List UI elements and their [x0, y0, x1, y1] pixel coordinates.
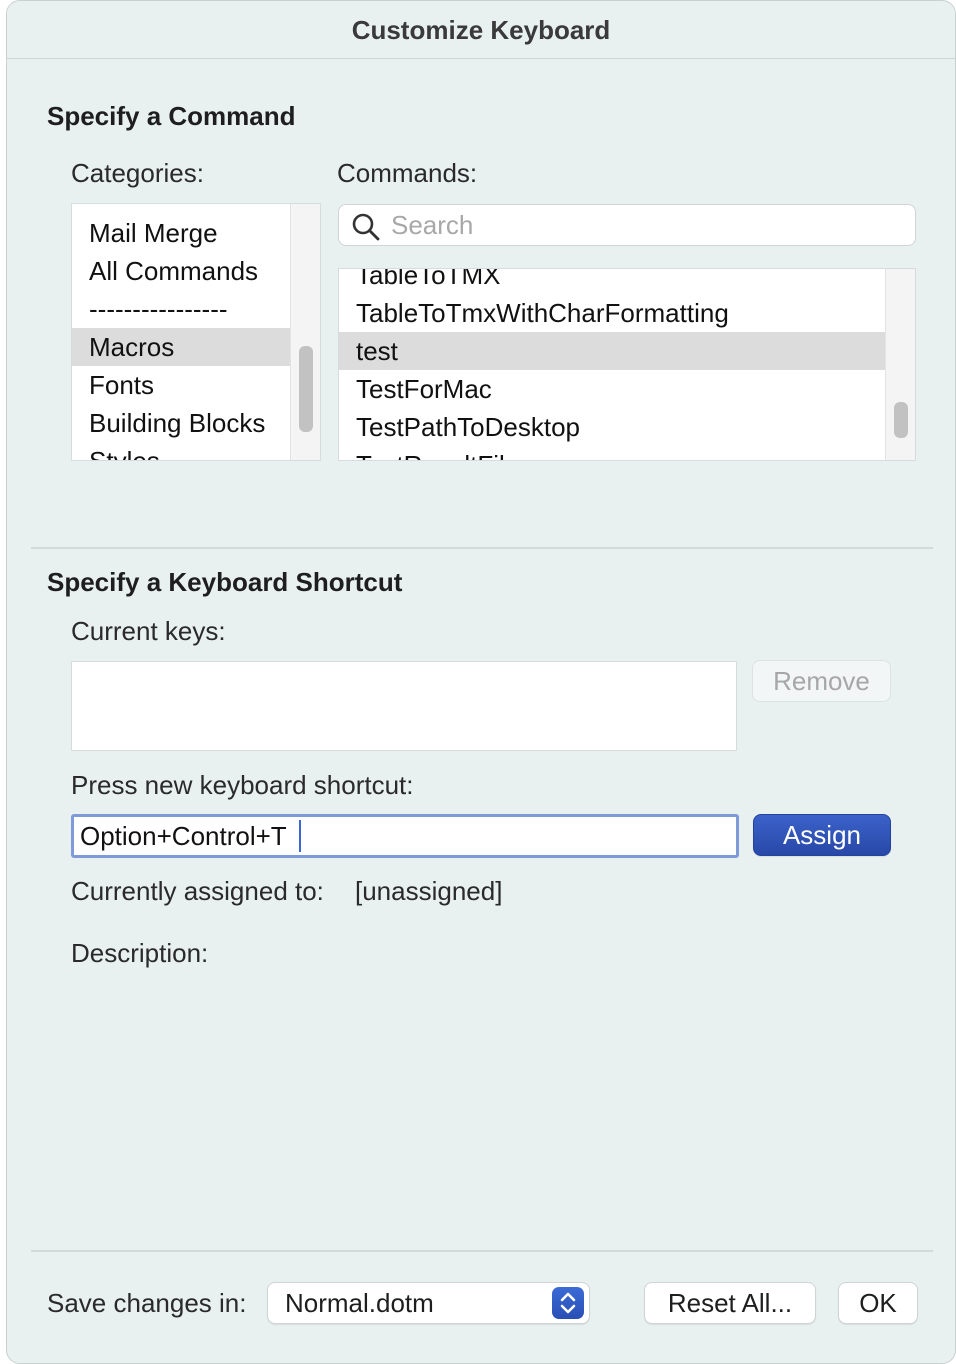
commands-scrollbar[interactable] — [885, 269, 915, 460]
category-item-building-blocks[interactable]: Building Blocks — [72, 404, 290, 442]
remove-button[interactable]: Remove — [752, 660, 891, 702]
category-item-fonts[interactable]: Fonts — [72, 366, 290, 404]
specify-command-heading: Specify a Command — [47, 101, 296, 131]
command-search-field[interactable] — [338, 204, 916, 246]
category-item-all-commands[interactable]: All Commands — [72, 252, 290, 290]
command-item[interactable]: TestResultFile — [339, 446, 885, 460]
category-item-styles[interactable]: Styles — [72, 442, 290, 460]
save-changes-popup[interactable]: Normal.dotm — [267, 1282, 590, 1324]
commands-scroll-thumb[interactable] — [894, 402, 908, 438]
specify-shortcut-heading: Specify a Keyboard Shortcut — [47, 567, 403, 597]
commands-list[interactable]: TableToTMX TableToTmxWithCharFormatting … — [338, 268, 916, 461]
save-changes-value: Normal.dotm — [285, 1288, 434, 1318]
section-divider — [31, 547, 933, 549]
category-item-mail-merge[interactable]: Mail Merge — [72, 214, 290, 252]
chevron-up-down-icon — [552, 1287, 584, 1319]
categories-scroll-thumb[interactable] — [299, 346, 313, 432]
command-item[interactable]: TestForMac — [339, 370, 885, 408]
command-item[interactable]: TableToTMX — [339, 269, 885, 294]
new-shortcut-input[interactable] — [80, 821, 720, 851]
dialog-title: Customize Keyboard — [351, 15, 611, 45]
categories-list[interactable]: Mail Merge All Commands ----------------… — [71, 203, 321, 461]
assign-button[interactable]: Assign — [753, 814, 891, 856]
save-changes-label: Save changes in: — [47, 1288, 247, 1318]
footer-divider — [31, 1250, 933, 1252]
text-caret — [299, 820, 301, 852]
new-shortcut-field[interactable] — [71, 814, 739, 858]
current-keys-label: Current keys: — [71, 616, 226, 646]
press-new-shortcut-label: Press new keyboard shortcut: — [71, 770, 414, 800]
customize-keyboard-dialog: Customize Keyboard Specify a Command Cat… — [6, 0, 956, 1364]
ok-button[interactable]: OK — [838, 1282, 918, 1324]
currently-assigned-value: [unassigned] — [355, 876, 503, 906]
categories-scrollbar[interactable] — [290, 204, 320, 460]
category-separator: ---------------- — [89, 294, 228, 324]
command-item-selected[interactable]: test — [339, 332, 885, 370]
description-label: Description: — [71, 938, 209, 968]
title-bar: Customize Keyboard — [7, 1, 955, 59]
reset-all-button[interactable]: Reset All... — [644, 1282, 816, 1324]
search-icon — [352, 213, 380, 241]
currently-assigned-label: Currently assigned to: — [71, 876, 324, 906]
current-keys-list[interactable] — [71, 661, 737, 751]
categories-label: Categories: — [71, 158, 204, 188]
command-item[interactable]: TableToTmxWithCharFormatting — [339, 294, 885, 332]
category-item-macros[interactable]: Macros — [72, 328, 290, 366]
commands-label: Commands: — [337, 158, 478, 188]
command-item[interactable]: TestPathToDesktop — [339, 408, 885, 446]
search-input[interactable] — [391, 209, 891, 241]
